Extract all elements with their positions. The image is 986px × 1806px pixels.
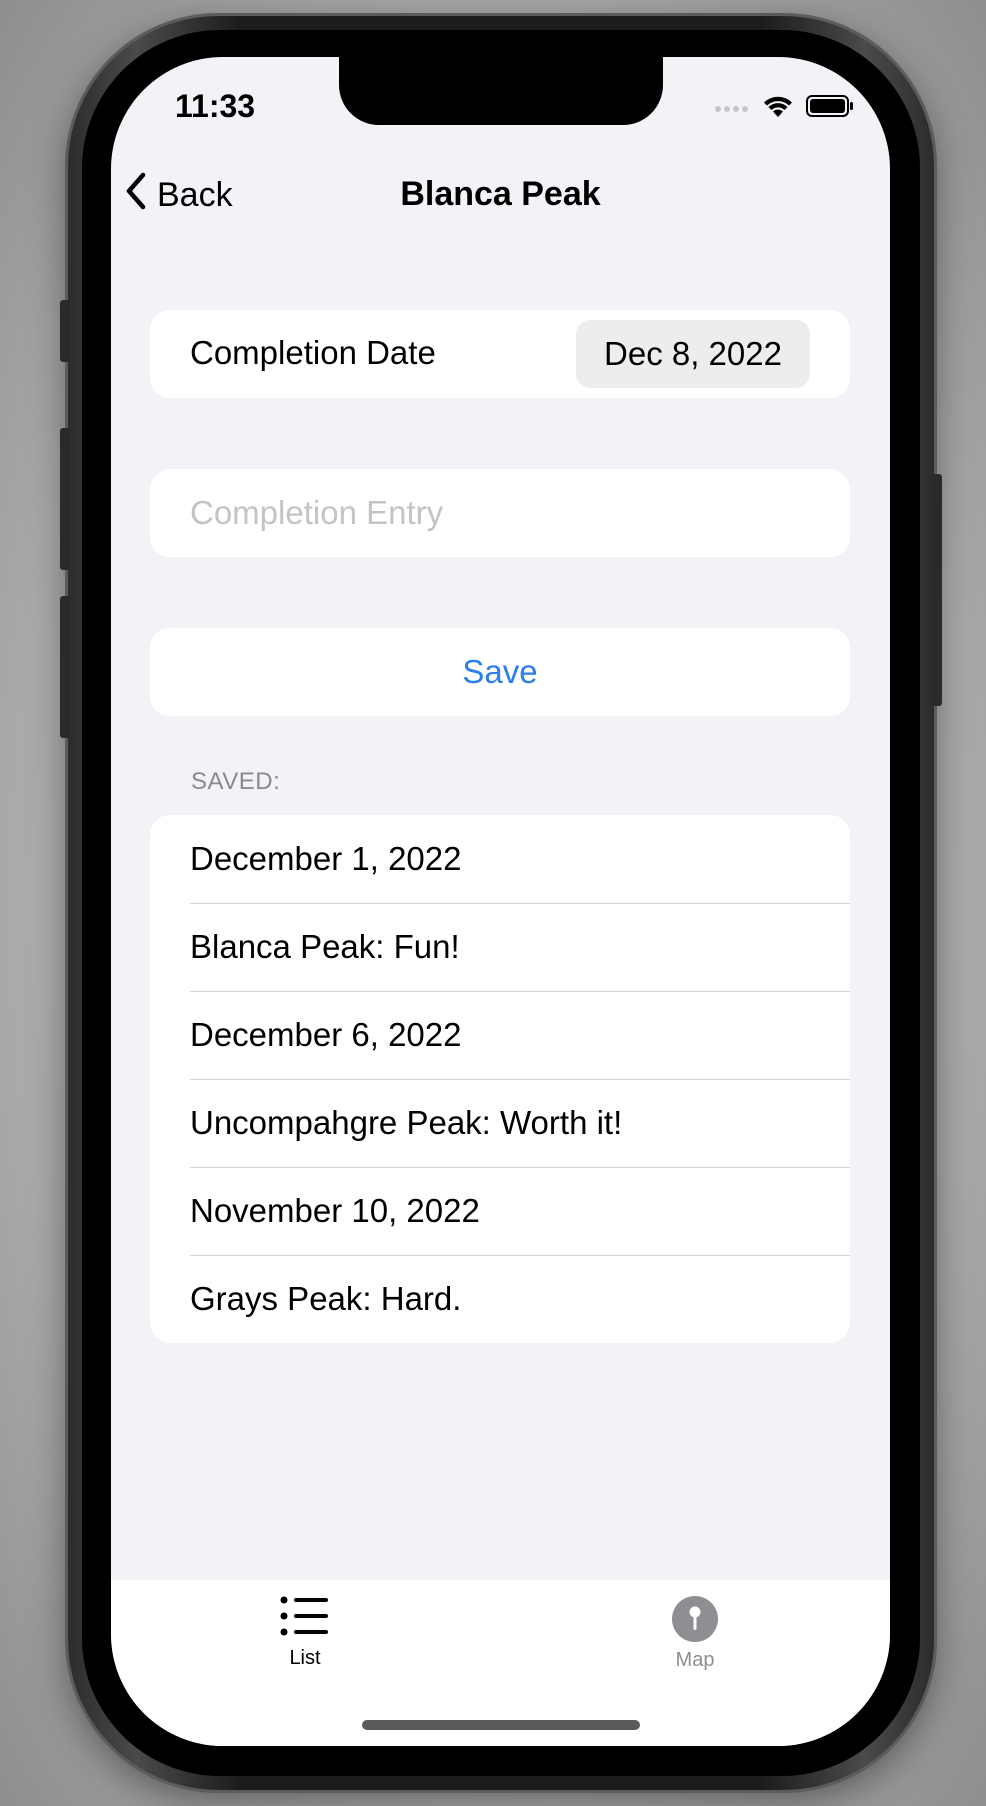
status-time: 11:33 bbox=[175, 88, 256, 124]
list-item[interactable]: December 6, 2022 bbox=[150, 991, 850, 1079]
completion-date-row: Completion Date Dec 8, 2022 bbox=[150, 310, 850, 398]
page-title: Blanca Peak bbox=[400, 175, 601, 213]
screen: 11:33 Back Blanca Peak Completion Date D… bbox=[111, 57, 890, 1746]
notch bbox=[339, 57, 663, 125]
list-item[interactable]: Blanca Peak: Fun! bbox=[150, 903, 850, 991]
volume-up-button bbox=[60, 428, 70, 570]
save-button[interactable]: Save bbox=[150, 628, 850, 716]
completion-date-label: Completion Date bbox=[190, 334, 436, 371]
power-button bbox=[932, 474, 942, 706]
save-row: Save bbox=[150, 628, 850, 716]
tab-map[interactable]: Map bbox=[635, 1596, 755, 1672]
list-item[interactable]: Uncompahgre Peak: Worth it! bbox=[150, 1079, 850, 1167]
list-item[interactable]: Grays Peak: Hard. bbox=[150, 1255, 850, 1343]
completion-date-picker[interactable]: Dec 8, 2022 bbox=[576, 320, 810, 388]
wifi-icon bbox=[762, 93, 794, 124]
saved-section-header: SAVED: bbox=[191, 768, 281, 795]
map-pin-icon bbox=[672, 1596, 718, 1647]
tab-map-label: Map bbox=[675, 1649, 715, 1671]
battery-icon bbox=[806, 94, 854, 123]
completion-entry-row bbox=[150, 469, 850, 557]
cellular-signal-icon bbox=[714, 100, 750, 118]
list-item[interactable]: November 10, 2022 bbox=[150, 1167, 850, 1255]
volume-down-button bbox=[60, 596, 70, 738]
tab-list-label: List bbox=[289, 1647, 321, 1669]
status-icons bbox=[714, 93, 854, 124]
list-icon bbox=[280, 1596, 330, 1641]
tab-list[interactable]: List bbox=[245, 1596, 365, 1670]
saved-list: December 1, 2022 Blanca Peak: Fun! Decem… bbox=[150, 815, 850, 1343]
home-indicator bbox=[362, 1720, 640, 1730]
completion-entry-field[interactable] bbox=[190, 469, 810, 557]
silent-switch bbox=[60, 300, 70, 362]
list-item[interactable]: December 1, 2022 bbox=[150, 815, 850, 903]
